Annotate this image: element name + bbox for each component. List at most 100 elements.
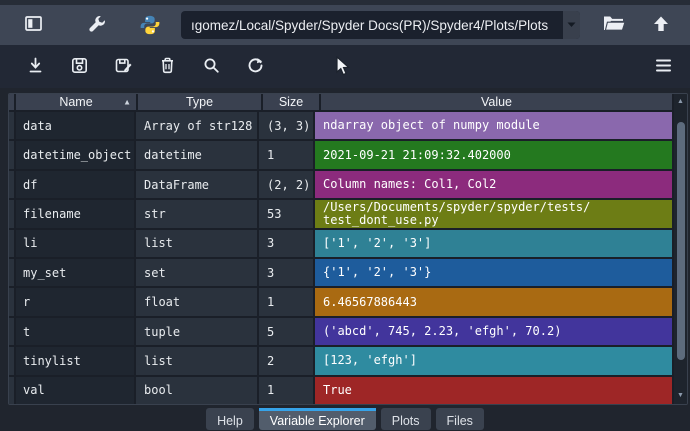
- folder-open-icon: [602, 14, 626, 36]
- window-layout-icon: [24, 14, 43, 36]
- chevron-down-icon: [567, 22, 576, 27]
- variable-type: datetime: [136, 141, 259, 169]
- remove-variable-button[interactable]: [154, 54, 180, 80]
- tab-files[interactable]: Files: [435, 408, 484, 430]
- browse-directory-button[interactable]: [602, 14, 626, 36]
- column-header-type[interactable]: Type: [138, 94, 263, 110]
- column-header-size[interactable]: Size: [263, 94, 321, 110]
- variable-name[interactable]: li: [16, 229, 136, 258]
- tab-plots[interactable]: Plots: [380, 408, 431, 430]
- working-directory-path[interactable]: ıgomez/Local/Spyder/Spyder Docs(PR)/Spyd…: [181, 18, 563, 33]
- wrench-icon: [87, 14, 107, 37]
- variable-size: 1: [259, 376, 315, 404]
- variable-size: 2: [259, 347, 315, 375]
- variable-value[interactable]: ['1', '2', '3']: [315, 229, 672, 258]
- variable-table-body: data Array of str128 (3, 3) ndarray object …: [9, 112, 672, 404]
- hamburger-menu-icon: [655, 58, 672, 76]
- variable-value[interactable]: 6.46567886443: [315, 288, 672, 316]
- table-row[interactable]: r float 1 6.46567886443: [9, 288, 672, 318]
- table-row[interactable]: li list 3 ['1', '2', '3']: [9, 229, 672, 260]
- tab-variable-explorer[interactable]: Variable Explorer: [258, 408, 376, 430]
- variable-name[interactable]: t: [16, 317, 136, 346]
- scrollbar-down-arrow-icon[interactable]: ▼: [674, 391, 687, 401]
- variable-name[interactable]: data: [16, 112, 136, 140]
- table-row[interactable]: datetime_object datetime 1 2021-09-21 21:09…: [9, 141, 672, 171]
- options-menu-button[interactable]: [650, 54, 676, 80]
- row-header[interactable]: [9, 376, 16, 404]
- variable-name[interactable]: df: [16, 170, 136, 199]
- row-header[interactable]: [9, 317, 16, 346]
- refresh-button[interactable]: [242, 54, 268, 80]
- table-row[interactable]: df DataFrame (2, 2) Column names: Col1, Col…: [9, 170, 672, 201]
- search-button[interactable]: [198, 54, 224, 80]
- combobox-dropdown-button[interactable]: [563, 11, 580, 39]
- save-data-icon: [70, 56, 89, 78]
- variable-value[interactable]: ndarray object of numpy module: [315, 112, 672, 140]
- working-directory-combobox[interactable]: ıgomez/Local/Spyder/Spyder Docs(PR)/Spyd…: [181, 11, 580, 39]
- column-header-value-label: Value: [480, 95, 513, 109]
- row-header[interactable]: [9, 170, 16, 199]
- variable-value[interactable]: ('abcd', 745, 2.23, 'efgh', 70.2): [315, 317, 672, 346]
- row-header[interactable]: [9, 112, 16, 140]
- table-row[interactable]: filename str 53/Users/Documents/spyder/spy…: [9, 200, 672, 230]
- spyder-window: ıgomez/Local/Spyder/Spyder Docs(PR)/Spyd…: [0, 0, 690, 431]
- variable-type: float: [136, 288, 259, 316]
- variable-size: 1: [259, 141, 315, 169]
- row-header[interactable]: [9, 259, 16, 287]
- variable-name[interactable]: tinylist: [16, 347, 136, 375]
- table-row[interactable]: data Array of str128 (3, 3) ndarray object …: [9, 112, 672, 142]
- variable-type: set: [136, 259, 259, 287]
- variable-value[interactable]: True: [315, 376, 672, 404]
- variable-name[interactable]: filename: [16, 200, 136, 228]
- sort-ascending-icon: ▲: [123, 97, 131, 107]
- table-row[interactable]: val bool 1 True: [9, 376, 672, 404]
- save-data-as-button[interactable]: [110, 54, 136, 80]
- variable-name[interactable]: val: [16, 376, 136, 404]
- trash-icon: [158, 56, 177, 78]
- vertical-scrollbar[interactable]: ▲ ▼: [672, 94, 687, 404]
- variable-size: (2, 2): [259, 170, 315, 199]
- tab-help[interactable]: Help: [206, 408, 254, 430]
- plugin-tabbar: Help Variable Explorer Plots Files: [0, 405, 690, 431]
- variable-type: DataFrame: [136, 170, 259, 199]
- row-header[interactable]: [9, 347, 16, 375]
- row-header[interactable]: [9, 141, 16, 169]
- row-header[interactable]: [9, 200, 16, 228]
- save-data-as-icon: [114, 56, 133, 78]
- variable-explorer-panel: Name ▲ Type Size Value data Array of str1…: [0, 88, 690, 405]
- variable-value[interactable]: /Users/Documents/spyder/spyder/tests/ te…: [315, 200, 672, 228]
- arrow-up-icon: [652, 15, 670, 36]
- python-logo-icon: [139, 14, 161, 36]
- table-row[interactable]: t tuple 5 ('abcd', 745, 2.23, 'efgh', 70.2): [9, 317, 672, 348]
- variable-value[interactable]: Column names: Col1, Col2: [315, 170, 672, 199]
- tools-button[interactable]: [87, 14, 107, 37]
- table-row[interactable]: tinylist list 2 [123, 'efgh']: [9, 347, 672, 377]
- variable-value[interactable]: {'1', '2', '3'}: [315, 259, 672, 287]
- variable-name[interactable]: my_set: [16, 259, 136, 287]
- table-row[interactable]: my_set set 3 {'1', '2', '3'}: [9, 259, 672, 289]
- save-data-button[interactable]: [66, 54, 92, 80]
- column-header-value[interactable]: Value: [321, 94, 672, 110]
- variable-size: 3: [259, 229, 315, 258]
- column-header-name[interactable]: Name ▲: [16, 94, 138, 110]
- parent-directory-button[interactable]: [652, 15, 670, 36]
- variable-size: 5: [259, 317, 315, 346]
- variable-size: 3: [259, 259, 315, 287]
- variable-name[interactable]: datetime_object: [16, 141, 136, 169]
- variable-value[interactable]: [123, 'efgh']: [315, 347, 672, 375]
- row-header[interactable]: [9, 229, 16, 258]
- scrollbar-up-arrow-icon[interactable]: ▲: [674, 97, 687, 107]
- search-icon: [202, 56, 221, 78]
- variable-type: str: [136, 200, 259, 228]
- row-header[interactable]: [9, 288, 16, 316]
- variable-size: 1: [259, 288, 315, 316]
- variable-name[interactable]: r: [16, 288, 136, 316]
- table-header: Name ▲ Type Size Value: [9, 94, 672, 112]
- import-data-button[interactable]: [22, 54, 48, 80]
- scrollbar-thumb[interactable]: [677, 122, 685, 360]
- window-layout-button[interactable]: [24, 14, 43, 36]
- refresh-icon: [246, 56, 265, 78]
- variable-value[interactable]: 2021-09-21 21:09:32.402000: [315, 141, 672, 169]
- variable-explorer-toolbar: [0, 45, 690, 88]
- import-data-icon: [26, 56, 45, 78]
